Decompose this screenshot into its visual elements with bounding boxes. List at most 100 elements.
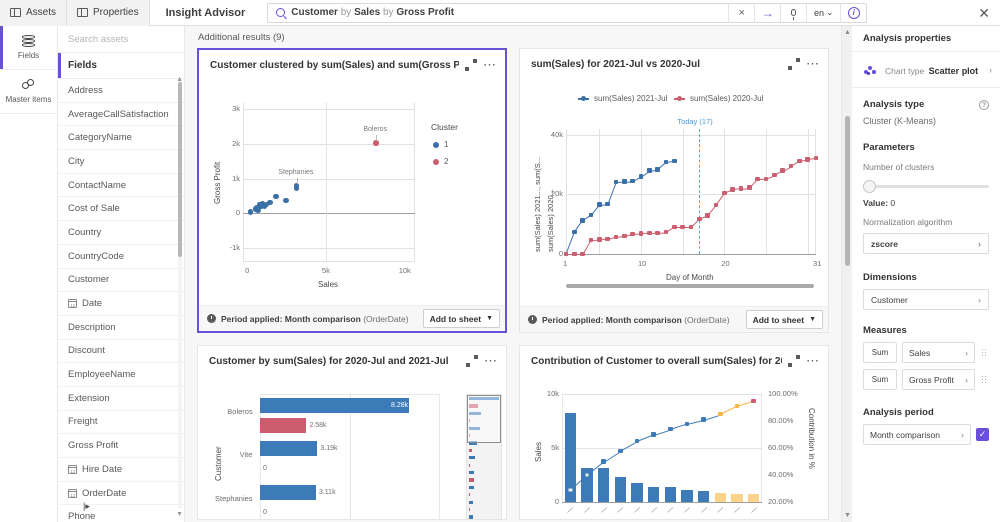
bar[interactable] (714, 493, 727, 502)
data-point[interactable] (751, 398, 756, 403)
chart-type-selector[interactable]: Chart type Scatter plot › (852, 52, 1000, 88)
data-point[interactable] (655, 167, 660, 172)
data-point[interactable] (638, 174, 644, 179)
data-point[interactable] (688, 224, 694, 230)
field-row[interactable]: Freight (58, 411, 184, 435)
data-point[interactable] (734, 403, 740, 409)
bar[interactable] (260, 441, 318, 457)
data-point[interactable] (713, 202, 719, 208)
data-point[interactable] (630, 178, 635, 184)
scatter-plot[interactable]: -1k 0 1k 2k 3k 0 5k 10k Sales Gross Profit Boleros… (199, 80, 505, 305)
bar[interactable] (597, 468, 610, 502)
bar[interactable] (260, 418, 307, 433)
drag-handle-icon[interactable] (980, 369, 989, 390)
pareto-chart[interactable]: 0 5k 10k 20.00% 40.00% 60.00% 80.00% 100.00% — — —… (520, 376, 828, 519)
more-options-icon[interactable]: ⋯ (806, 354, 820, 367)
clear-search-button[interactable]: × (728, 2, 754, 23)
data-point[interactable] (638, 231, 644, 236)
bar[interactable] (747, 494, 760, 502)
question-mark-icon[interactable]: ? (979, 99, 989, 110)
measure-aggregation[interactable]: Sum (863, 369, 897, 390)
result-card-line[interactable]: sum(Sales) for 2021-Jul vs 2020-Jul ⋯ su… (519, 48, 829, 333)
data-point[interactable] (755, 176, 760, 182)
expand-icon[interactable] (788, 355, 800, 367)
data-point[interactable] (647, 230, 652, 236)
data-point[interactable] (747, 185, 752, 190)
analysis-period-select[interactable]: Month comparison › (863, 424, 971, 445)
scroll-up-icon[interactable]: ▲ (844, 29, 851, 36)
field-row[interactable]: EmployeeName (58, 363, 184, 387)
data-point[interactable] (813, 155, 819, 161)
data-point[interactable] (788, 164, 794, 169)
data-point[interactable] (668, 426, 673, 432)
bar[interactable] (260, 398, 410, 413)
data-point[interactable] (630, 231, 635, 237)
data-point[interactable] (613, 234, 619, 239)
normalization-select[interactable]: zscore › (863, 233, 989, 254)
bar[interactable] (260, 484, 316, 500)
result-card-scatter[interactable]: Customer clustered by sum(Sales) and sum… (197, 48, 507, 333)
field-row[interactable]: Discount (58, 340, 184, 364)
field-row[interactable]: Cost of Sale (58, 197, 184, 222)
data-point[interactable] (697, 216, 702, 222)
scroll-up-icon[interactable]: ▲ (176, 76, 183, 83)
expand-panel-handle[interactable]: |▸ (83, 501, 90, 512)
more-options-icon[interactable]: ⋯ (806, 57, 820, 70)
close-icon[interactable]: ✕ (978, 6, 990, 20)
data-point[interactable] (730, 187, 735, 192)
data-point[interactable] (680, 224, 685, 230)
data-point[interactable] (634, 439, 640, 444)
data-point[interactable] (622, 179, 627, 184)
add-to-sheet-button[interactable]: Add to sheet ▼ (745, 310, 823, 329)
data-point[interactable] (763, 176, 769, 181)
legend-entry[interactable]: 2 (433, 157, 448, 166)
rail-item-fields[interactable]: Fields (0, 26, 57, 70)
data-point[interactable] (738, 186, 744, 191)
horizontal-bar-chart[interactable]: Boleros 8.28k 2.58k Vite 3.19k 0 Stephanies 3.1… (198, 376, 506, 519)
field-row[interactable]: AverageCallSatisfaction (58, 103, 184, 127)
data-point[interactable] (663, 230, 669, 235)
measure-item-sales[interactable]: Sum Sales › (863, 342, 989, 363)
data-point[interactable] (672, 158, 677, 164)
data-point[interactable] (663, 159, 669, 165)
analysis-period-item[interactable]: Month comparison › ✓ (863, 424, 989, 445)
legend-entry[interactable]: sum(Sales) 2021-Jul (578, 94, 667, 103)
bar[interactable] (697, 491, 710, 502)
dimension-item-customer[interactable]: Customer › (863, 289, 989, 310)
data-point[interactable] (572, 251, 577, 257)
more-options-icon[interactable]: ⋯ (484, 354, 498, 367)
field-row[interactable]: 12 Date (58, 292, 184, 316)
rail-item-master-items[interactable]: Master items (0, 70, 57, 114)
field-row[interactable]: Phone (58, 505, 184, 522)
data-point[interactable] (597, 202, 602, 207)
data-point[interactable] (772, 172, 777, 178)
data-point[interactable] (618, 448, 623, 453)
data-point[interactable] (718, 412, 723, 417)
field-row[interactable]: Customer (58, 269, 184, 293)
assets-section-fields[interactable]: Fields (58, 53, 184, 79)
data-point[interactable] (797, 158, 802, 164)
bar[interactable] (631, 482, 643, 502)
voice-input-button[interactable] (780, 2, 806, 23)
data-point[interactable] (572, 229, 577, 235)
measure-field[interactable]: Gross Profit › (902, 369, 975, 390)
field-row[interactable]: ContactName (58, 174, 184, 198)
data-point[interactable] (605, 236, 610, 242)
main-scrollbar-track[interactable]: ▲ ▼ (841, 26, 852, 522)
data-point[interactable] (597, 237, 602, 242)
field-row[interactable]: Description (58, 316, 184, 340)
data-point[interactable] (563, 251, 569, 257)
data-point[interactable] (601, 459, 606, 464)
field-row[interactable]: 12 Hire Date (58, 458, 184, 482)
bar[interactable] (664, 486, 677, 502)
assets-search-input[interactable]: Search assets (58, 26, 184, 53)
data-point[interactable] (722, 190, 727, 196)
bar-chart-minimap[interactable] (466, 394, 502, 519)
main-scrollbar-thumb[interactable] (845, 116, 850, 266)
data-point[interactable] (684, 421, 690, 426)
data-point[interactable] (605, 201, 610, 207)
drag-handle-icon[interactable] (980, 342, 989, 363)
bar[interactable] (731, 494, 743, 502)
scroll-down-icon[interactable]: ▼ (844, 512, 851, 519)
minimap-viewport[interactable] (467, 395, 501, 443)
